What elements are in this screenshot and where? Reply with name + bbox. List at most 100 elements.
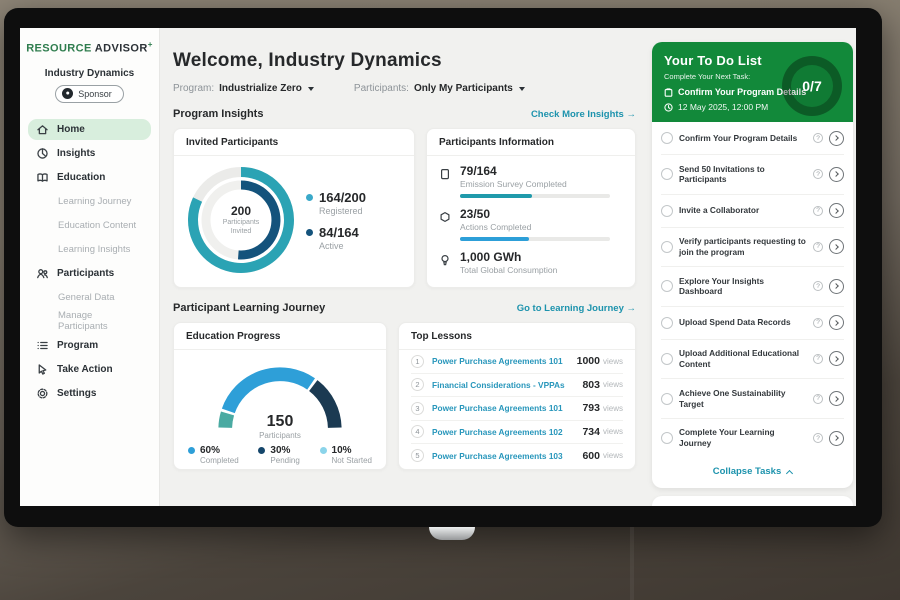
info-icon[interactable]: ? (813, 206, 823, 216)
lesson-title-link[interactable]: Power Purchase Agreements 101 (432, 403, 582, 413)
info-icon[interactable]: ? (813, 169, 823, 179)
sidebar-item-participants[interactable]: Participants (28, 263, 151, 284)
sidebar-item-insights[interactable]: Insights (28, 143, 151, 164)
info-icon[interactable]: ? (813, 433, 823, 443)
lesson-views: 793 (582, 402, 600, 414)
lesson-title-link[interactable]: Power Purchase Agreements 101 (432, 356, 577, 366)
sidebar-item-settings[interactable]: Settings (28, 383, 151, 404)
chevron-right-button[interactable] (829, 239, 844, 254)
chevron-right-button[interactable] (829, 431, 844, 446)
dashboard-screen: RESOURCE ADVISOR+ Industry Dynamics ● Sp… (20, 28, 856, 506)
lesson-row: 3 Power Purchase Agreements 101 793 view… (411, 397, 623, 421)
chevron-right-button[interactable] (829, 315, 844, 330)
survey-icon (439, 167, 451, 179)
legend-not-started: 10% Not Started (320, 445, 372, 465)
settings-icon (36, 387, 49, 400)
sidebar-item-learning-insights[interactable]: Learning Insights (28, 239, 151, 260)
collapse-tasks-link[interactable]: Collapse Tasks (652, 457, 853, 488)
legend-dot-active (306, 229, 313, 236)
active-value: 84/164 (319, 225, 359, 240)
sidebar-item-label: Participants (57, 268, 114, 279)
chevron-right-button[interactable] (829, 203, 844, 218)
task-checkbox[interactable] (661, 280, 673, 292)
todo-header: Your To Do List Complete Your Next Task:… (652, 42, 853, 122)
lesson-views-label: views (603, 427, 623, 436)
task-checkbox[interactable] (661, 205, 673, 217)
lesson-title-link[interactable]: Financial Considerations - VPPAs (432, 380, 582, 390)
info-icon[interactable]: ? (813, 354, 823, 364)
card-title: Top Lessons (399, 323, 635, 350)
program-icon (36, 339, 49, 352)
pending-pct: 30% (270, 445, 290, 456)
lesson-title-link[interactable]: Power Purchase Agreements 103 (432, 451, 582, 461)
sidebar: RESOURCE ADVISOR+ Industry Dynamics ● Sp… (20, 28, 160, 506)
task-checkbox[interactable] (661, 241, 673, 253)
gauge-legend: 60% Completed 30% Pending 10% Not Starte… (174, 440, 386, 465)
lesson-views-label: views (603, 357, 623, 366)
sidebar-item-manage-participants[interactable]: Manage Participants (28, 311, 151, 332)
program-filter-dropdown[interactable]: Program: Industrialize Zero (173, 83, 314, 94)
info-icon[interactable]: ? (813, 133, 823, 143)
logo-text-primary: RESOURCE (26, 43, 92, 55)
sidebar-item-learning-journey[interactable]: Learning Journey (28, 191, 151, 212)
insights-icon (36, 147, 49, 160)
go-to-learning-journey-link[interactable]: Go to Learning Journey → (517, 303, 636, 314)
legend-dot-registered (306, 194, 313, 201)
sidebar-item-home[interactable]: Home (28, 119, 151, 140)
take-action-icon (36, 363, 49, 376)
survey-progress-bar (460, 194, 610, 198)
info-icon[interactable]: ? (813, 394, 823, 404)
info-icon[interactable]: ? (813, 281, 823, 291)
legend-dot-completed (188, 447, 195, 454)
sidebar-item-label: Manage Participants (58, 310, 143, 332)
chevron-right-button[interactable] (829, 279, 844, 294)
sponsor-label: Sponsor (78, 89, 112, 99)
lesson-views: 734 (582, 426, 600, 438)
completed-label: Completed (200, 456, 239, 465)
sidebar-item-label: Settings (57, 388, 96, 399)
info-icon[interactable]: ? (813, 318, 823, 328)
chevron-right-button[interactable] (829, 131, 844, 146)
chevron-right-button[interactable] (829, 167, 844, 182)
check-more-insights-link[interactable]: Check More Insights → (531, 109, 636, 120)
task-checkbox[interactable] (661, 393, 673, 405)
logo-text-secondary: ADVISOR (95, 43, 148, 55)
task-checkbox[interactable] (661, 132, 673, 144)
info-row-consumption: 1,000 GWh Total Global Consumption (439, 250, 623, 275)
lesson-views: 803 (582, 379, 600, 391)
chevron-up-icon (786, 470, 793, 477)
page-title: Welcome, Industry Dynamics (173, 50, 636, 72)
not-started-label: Not Started (332, 456, 372, 465)
task-checkbox[interactable] (661, 432, 673, 444)
todo-progress-ring: 0/7 (782, 56, 842, 116)
home-icon (36, 123, 49, 136)
sponsor-badge[interactable]: ● Sponsor (55, 85, 124, 103)
actions-progress-fill (460, 237, 529, 241)
task-checkbox[interactable] (661, 317, 673, 329)
actions-label: Actions Completed (460, 222, 610, 232)
sidebar-item-label: Learning Insights (58, 244, 130, 255)
recent-news-card: Recent News (652, 496, 853, 506)
lesson-views-label: views (603, 404, 623, 413)
chevron-right-button[interactable] (829, 351, 844, 366)
participants-filter-dropdown[interactable]: Participants: Only My Participants (354, 83, 525, 94)
task-checkbox[interactable] (661, 168, 673, 180)
lesson-views-label: views (603, 451, 623, 460)
chevron-right-button[interactable] (829, 391, 844, 406)
task-checkbox[interactable] (661, 353, 673, 365)
sidebar-item-take-action[interactable]: Take Action (28, 359, 151, 380)
not-started-pct: 10% (332, 445, 352, 456)
task-row: Invite a Collaborator ? (661, 195, 844, 228)
sidebar-item-general-data[interactable]: General Data (28, 287, 151, 308)
sidebar-item-education[interactable]: Education (28, 167, 151, 188)
sidebar-item-education-content[interactable]: Education Content (28, 215, 151, 236)
clipboard-icon (664, 88, 673, 97)
lesson-title-link[interactable]: Power Purchase Agreements 102 (432, 427, 582, 437)
sidebar-item-program[interactable]: Program (28, 335, 151, 356)
lesson-row: 5 Power Purchase Agreements 103 600 view… (411, 444, 623, 468)
info-icon[interactable]: ? (813, 242, 823, 252)
task-label: Achieve One Sustainability Target (679, 388, 807, 410)
participants-information-card: Participants Information 79/164 Emission… (426, 128, 636, 288)
lesson-views: 600 (582, 450, 600, 462)
lesson-row: 2 Financial Considerations - VPPAs 803 v… (411, 374, 623, 398)
